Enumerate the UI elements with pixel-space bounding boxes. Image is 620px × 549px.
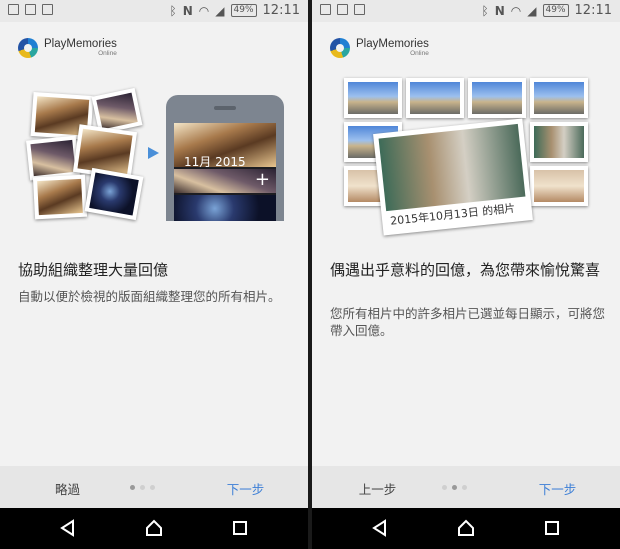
back-icon[interactable]: [370, 518, 390, 538]
system-nav-bar: [0, 508, 308, 549]
brand-sub: Online: [98, 50, 117, 57]
plus-icon: +: [254, 169, 270, 190]
gallery-icon: [25, 4, 36, 15]
page-indicator: [442, 485, 467, 490]
onboarding-footer: 上一步 下一步: [312, 466, 620, 508]
page-dot-active: [130, 485, 135, 490]
recents-icon[interactable]: [230, 518, 250, 538]
brand-logo: PlayMemories Online: [330, 38, 429, 58]
photo-thumb: [84, 167, 144, 221]
page-dot: [150, 485, 155, 490]
brand-sub: Online: [410, 50, 429, 57]
photo-thumb: [468, 78, 526, 118]
status-bar: ᛒ N ◠ ◢ 49% 12:11: [0, 0, 308, 22]
onboarding-screen-2: ᛒ N ◠ ◢ 49% 12:11 PlayMemories Online 20…: [312, 0, 620, 549]
battery-icon: 49%: [230, 4, 257, 17]
recents-icon[interactable]: [542, 518, 562, 538]
back-icon[interactable]: [58, 518, 78, 538]
briefcase-icon: [42, 4, 53, 15]
image-icon: [8, 4, 19, 15]
battery-icon: 49%: [542, 4, 569, 17]
nfc-icon: N: [182, 3, 193, 18]
phone-illustration: 11月 2015 +: [166, 95, 284, 221]
next-button[interactable]: 下一步: [530, 479, 585, 498]
signal-icon: ◢: [527, 3, 537, 18]
photo-thumb: [32, 174, 88, 220]
playmemories-logo-icon: [18, 38, 38, 58]
system-nav-bar: [312, 508, 620, 549]
nfc-icon: N: [494, 3, 505, 18]
image-icon: [320, 4, 331, 15]
bluetooth-icon: ᛒ: [481, 3, 489, 18]
brand-name: PlayMemories: [44, 38, 117, 50]
photo-thumb: [530, 122, 588, 162]
phone-date-label: 11月 2015: [184, 155, 246, 169]
wifi-icon: ◠: [198, 3, 210, 18]
page-indicator: [130, 485, 155, 490]
gallery-icon: [337, 4, 348, 15]
playmemories-logo-icon: [330, 38, 350, 58]
wifi-icon: ◠: [510, 3, 522, 18]
photo-thumb: [530, 78, 588, 118]
page-dot: [462, 485, 467, 490]
onboarding-footer: 略過 下一步: [0, 466, 308, 508]
briefcase-icon: [354, 4, 365, 15]
home-icon[interactable]: [456, 518, 476, 538]
photo-thumb: [344, 78, 402, 118]
brand-logo: PlayMemories Online: [18, 38, 117, 58]
clock: 12:11: [574, 3, 612, 18]
home-icon[interactable]: [144, 518, 164, 538]
arrow-right-icon: [148, 147, 159, 159]
featured-photo: 2015年10月13日 的相片: [373, 118, 533, 236]
status-bar: ᛒ N ◠ ◢ 49% 12:11: [312, 0, 620, 22]
skip-button[interactable]: 略過: [40, 479, 95, 498]
page-title: 協助組織整理大量回億: [18, 261, 169, 279]
onboarding-screen-1: ᛒ N ◠ ◢ 49% 12:11 PlayMemories Online 11…: [0, 0, 308, 549]
photo-thumb: [530, 166, 588, 206]
bluetooth-icon: ᛒ: [169, 3, 177, 18]
page-description: 您所有相片中的許多相片已選並每日顯示，可將您帶入回億。: [330, 306, 606, 338]
photo-thumb: [406, 78, 464, 118]
next-button[interactable]: 下一步: [218, 479, 273, 498]
back-button[interactable]: 上一步: [350, 479, 405, 498]
brand-name: PlayMemories: [356, 38, 429, 50]
page-dot: [442, 485, 447, 490]
page-dot: [140, 485, 145, 490]
page-description: 自動以便於檢視的版面組織整理您的所有相片。: [18, 289, 281, 304]
photo-thumb: [26, 135, 80, 181]
clock: 12:11: [262, 3, 300, 18]
signal-icon: ◢: [215, 3, 225, 18]
page-title: 偶遇出乎意料的回億，為您帶來愉悅驚喜: [330, 261, 601, 279]
page-dot-active: [452, 485, 457, 490]
